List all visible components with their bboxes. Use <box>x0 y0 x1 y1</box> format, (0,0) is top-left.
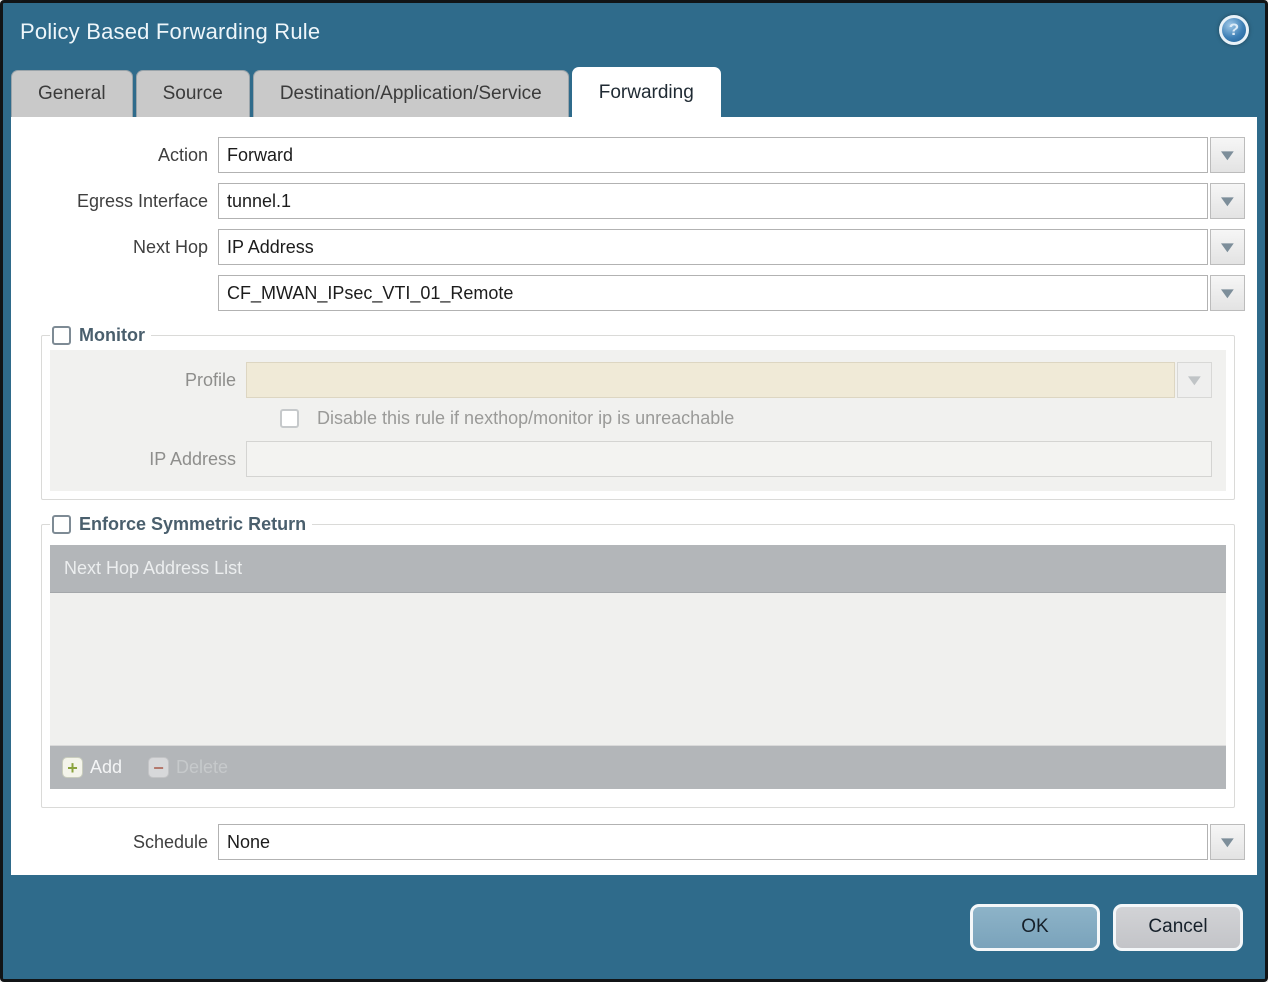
schedule-select[interactable]: None <box>218 824 1208 860</box>
profile-dropdown-button: ▼ <box>1177 362 1212 398</box>
monitor-panel: Profile ▼ Disable this rule if nexthop/m… <box>50 350 1226 491</box>
symmetric-return-legend: Enforce Symmetric Return <box>50 514 312 535</box>
next-hop-address-list-toolbar: + Add − Delete <box>50 745 1226 789</box>
chevron-down-icon: ▼ <box>1216 192 1239 210</box>
disable-rule-checkbox <box>280 409 299 428</box>
next-hop-address-list-header: Next Hop Address List <box>50 545 1226 593</box>
action-dropdown-button[interactable]: ▼ <box>1210 137 1245 173</box>
tab-destination-application-service[interactable]: Destination/Application/Service <box>252 70 569 117</box>
profile-select <box>246 362 1175 398</box>
disable-rule-label: Disable this rule if nexthop/monitor ip … <box>317 408 735 428</box>
symmetric-return-legend-label: Enforce Symmetric Return <box>79 514 307 534</box>
help-icon[interactable]: ? <box>1219 15 1249 45</box>
monitor-legend-label: Monitor <box>79 325 145 345</box>
schedule-row: Schedule None ▼ <box>11 824 1245 860</box>
next-hop-address-dropdown-button[interactable]: ▼ <box>1210 275 1245 311</box>
add-button[interactable]: + Add <box>62 757 122 778</box>
plus-icon: + <box>62 757 83 778</box>
chevron-down-icon: ▼ <box>1183 371 1206 389</box>
chevron-down-icon: ▼ <box>1216 284 1239 302</box>
dialog-title: Policy Based Forwarding Rule <box>20 19 321 44</box>
egress-interface-dropdown-button[interactable]: ▼ <box>1210 183 1245 219</box>
forwarding-tab-panel: Action Forward ▼ Egress Interface tunnel… <box>11 117 1257 875</box>
action-label: Action <box>157 144 208 165</box>
ok-button[interactable]: OK <box>970 903 1100 951</box>
dialog-footer: OK Cancel <box>3 875 1265 979</box>
next-hop-address-select[interactable]: CF_MWAN_IPsec_VTI_01_Remote <box>218 275 1208 311</box>
chevron-down-icon: ▼ <box>1216 238 1239 256</box>
next-hop-address-table: Next Hop Address List + Add − Delete <box>50 545 1226 789</box>
egress-interface-label: Egress Interface <box>76 190 208 211</box>
pbf-rule-dialog: Policy Based Forwarding Rule ? General S… <box>0 0 1268 982</box>
add-button-label: Add <box>90 757 123 777</box>
egress-interface-select[interactable]: tunnel.1 <box>218 183 1208 219</box>
delete-button-label: Delete <box>176 757 229 777</box>
next-hop-row: Next Hop IP Address ▼ <box>11 229 1245 265</box>
symmetric-return-checkbox[interactable] <box>52 515 71 534</box>
schedule-dropdown-button[interactable]: ▼ <box>1210 824 1245 860</box>
cancel-button[interactable]: Cancel <box>1113 903 1243 951</box>
monitor-ip-label: IP Address <box>149 448 236 469</box>
minus-icon: − <box>148 757 170 778</box>
chevron-down-icon: ▼ <box>1216 146 1239 164</box>
tab-strip: General Source Destination/Application/S… <box>3 65 1265 117</box>
monitor-ip-input <box>246 441 1212 477</box>
chevron-down-icon: ▼ <box>1216 833 1239 851</box>
tab-source[interactable]: Source <box>135 70 250 117</box>
monitor-ip-row: IP Address <box>50 441 1226 477</box>
next-hop-label: Next Hop <box>132 236 208 257</box>
next-hop-type-select[interactable]: IP Address <box>218 229 1208 265</box>
schedule-label: Schedule <box>132 831 208 852</box>
tab-general[interactable]: General <box>11 70 133 117</box>
monitor-section: Monitor Profile ▼ Disable this rule if n… <box>41 325 1235 500</box>
action-select[interactable]: Forward <box>218 137 1208 173</box>
action-row: Action Forward ▼ <box>11 137 1245 173</box>
profile-row: Profile ▼ <box>50 362 1226 398</box>
next-hop-address-row: CF_MWAN_IPsec_VTI_01_Remote ▼ <box>11 275 1245 311</box>
symmetric-return-section: Enforce Symmetric Return Next Hop Addres… <box>41 514 1235 808</box>
dialog-titlebar: Policy Based Forwarding Rule ? <box>3 3 1265 65</box>
egress-interface-row: Egress Interface tunnel.1 ▼ <box>11 183 1245 219</box>
profile-label: Profile <box>184 369 236 390</box>
monitor-legend: Monitor <box>50 325 151 346</box>
tab-forwarding[interactable]: Forwarding <box>571 67 721 117</box>
next-hop-dropdown-button[interactable]: ▼ <box>1210 229 1245 265</box>
disable-rule-row: Disable this rule if nexthop/monitor ip … <box>280 408 1226 429</box>
delete-button: − Delete <box>148 757 228 778</box>
next-hop-address-list-body[interactable] <box>50 593 1226 745</box>
monitor-checkbox[interactable] <box>52 326 71 345</box>
